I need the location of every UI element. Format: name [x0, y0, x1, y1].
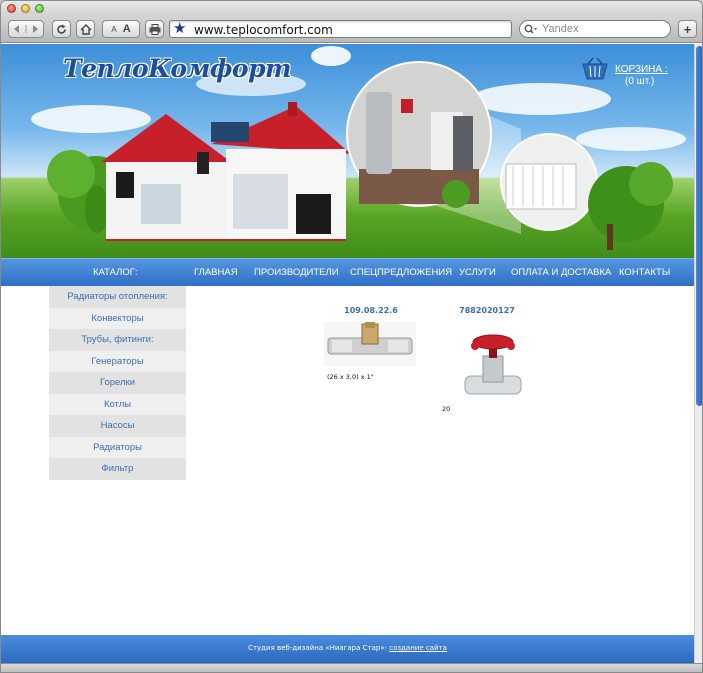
- nav-item-payment-delivery[interactable]: ОПЛАТА И ДОСТАВКА: [511, 267, 611, 278]
- close-window-button[interactable]: [7, 4, 16, 13]
- url-text[interactable]: www.teplocomfort.com: [194, 23, 333, 37]
- printer-icon: [149, 23, 160, 35]
- main-navigation: КАТАЛОГ: ГЛАВНАЯ ПРОИЗВОДИТЕЛИ СПЕЦПРЕДЛ…: [1, 258, 694, 286]
- nav-item-special-offers[interactable]: СПЕЦПРЕДЛОЖЕНИЯ: [350, 267, 452, 278]
- sidebar-item-generators[interactable]: Генераторы: [49, 350, 186, 372]
- scrollbar-thumb[interactable]: [696, 46, 702, 406]
- home-button[interactable]: [76, 20, 95, 38]
- text-larger-label[interactable]: A: [123, 23, 131, 35]
- product-code-link[interactable]: 7882020127: [441, 306, 533, 315]
- sidebar-item-boilers[interactable]: Котлы: [49, 393, 186, 415]
- catalog-sidebar: Радиаторы отопления: Конвекторы Трубы, ф…: [49, 286, 186, 480]
- nav-item-home[interactable]: ГЛАВНАЯ: [194, 267, 238, 278]
- title-bar: [1, 1, 702, 15]
- sidebar-item-pipes-fittings[interactable]: Трубы, фитинги:: [49, 329, 186, 351]
- browser-window: A A ★ www.teplocomfort.com Yandex + Тепл…: [0, 0, 703, 673]
- sidebar-item-heating-radiators[interactable]: Радиаторы отопления:: [49, 286, 186, 308]
- sidebar-item-convectors[interactable]: Конвекторы: [49, 307, 186, 329]
- vertical-scrollbar[interactable]: [694, 44, 702, 663]
- search-placeholder[interactable]: Yandex: [542, 23, 579, 35]
- nav-item-manufacturers[interactable]: ПРОИЗВОДИТЕЛИ: [254, 267, 339, 278]
- product-card: 109.08.22.6: [324, 306, 418, 366]
- search-icon: [524, 24, 537, 34]
- reload-button[interactable]: [52, 20, 71, 38]
- zoom-window-button[interactable]: [35, 4, 44, 13]
- reload-icon: [57, 24, 66, 34]
- home-icon: [80, 23, 91, 35]
- text-size-buttons[interactable]: A A: [102, 20, 140, 38]
- bookmark-star-icon[interactable]: ★: [173, 21, 186, 37]
- nav-item-services[interactable]: УСЛУГИ: [459, 267, 496, 278]
- cart-basket-icon[interactable]: [580, 57, 610, 83]
- product-description: (26 x 3,0) x 1": [327, 373, 374, 381]
- search-field[interactable]: Yandex: [519, 20, 671, 38]
- print-button[interactable]: [145, 20, 164, 38]
- site-logo[interactable]: ТеплоКомфорт: [63, 54, 292, 83]
- product-description: 20: [442, 405, 451, 413]
- back-forward-arrows-icon: [14, 25, 38, 33]
- text-smaller-label[interactable]: A: [111, 25, 116, 34]
- nav-catalog-label: КАТАЛОГ:: [93, 267, 138, 278]
- valve-image[interactable]: [443, 320, 531, 404]
- window-bottom-bar: [1, 663, 702, 672]
- sidebar-item-burners[interactable]: Горелки: [49, 372, 186, 394]
- new-tab-button[interactable]: +: [678, 20, 697, 38]
- sidebar-item-radiators[interactable]: Радиаторы: [49, 436, 186, 458]
- product-code-link[interactable]: 109.08.22.6: [324, 306, 418, 315]
- browser-toolbar: A A ★ www.teplocomfort.com Yandex +: [1, 15, 702, 43]
- back-forward-button[interactable]: [8, 20, 44, 38]
- nav-item-contacts[interactable]: КОНТАКТЫ: [619, 267, 670, 278]
- cart-count: (0 шт.): [625, 76, 655, 87]
- site-footer: Студия веб-дизайна «Ниагара Стар»: созда…: [1, 635, 694, 663]
- footer-studio-text: Студия веб-дизайна «Ниагара Стар»:: [248, 644, 387, 652]
- footer-create-site-link[interactable]: создание сайта: [389, 644, 447, 652]
- sidebar-item-pumps[interactable]: Насосы: [49, 415, 186, 437]
- site-header-banner: ТеплоКомфорт КОРЗИНА : (0 шт.): [1, 44, 694, 258]
- minimize-window-button[interactable]: [21, 4, 30, 13]
- address-bar[interactable]: ★ www.teplocomfort.com: [169, 20, 512, 38]
- tee-fitting-image[interactable]: [324, 322, 416, 366]
- product-card: 7882020127: [441, 306, 533, 404]
- footer-credit: Студия веб-дизайна «Ниагара Стар»: созда…: [1, 644, 694, 652]
- cart-link[interactable]: КОРЗИНА :: [615, 64, 668, 75]
- sidebar-item-filter[interactable]: Фильтр: [49, 458, 186, 480]
